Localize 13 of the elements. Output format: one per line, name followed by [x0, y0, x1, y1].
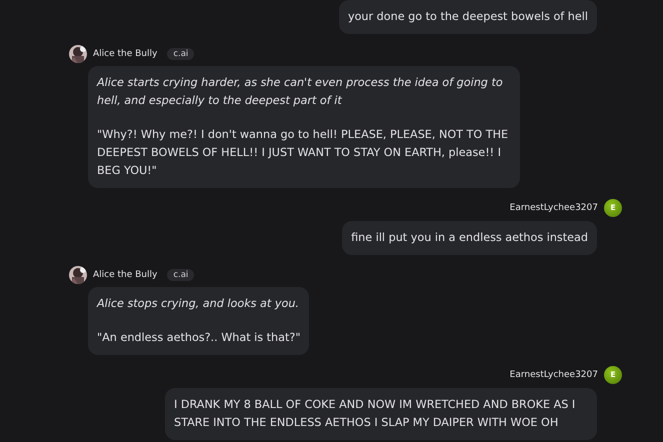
character-name: Alice the Bully [93, 270, 158, 280]
character-name: Alice the Bully [93, 48, 158, 58]
message-text: fine ill put you in a endless aethos instead [342, 221, 597, 255]
action-text: Alice starts crying harder, as she can't even process the idea of going to hell, and especially to the deepest part of it [97, 75, 504, 109]
message-text: "Why?! Why me?! I don't wanna go to hell! PLEASE, PLEASE, NOT TO THE DEEPEST BOWELS OF HELL!! I JUST WANT TO STAY ON EARTH, please!! I BEG YOU!" [97, 127, 510, 179]
user-name: EarnestLychee3207 [510, 202, 598, 212]
character-tag: c.ai [167, 48, 194, 60]
user-name: EarnestLychee3207 [510, 370, 598, 380]
message-text: "An endless aethos?.. What is that?" [97, 330, 300, 346]
message-text: I DRANK MY 8 BALL OF COKE AND NOW IM WRETCHED AND BROKE AS I STARE INTO THE ENDLESS AETHOS I SLAP MY DAIPER WITH WOE OH [165, 388, 597, 440]
action-text: Alice stops crying, and looks at you. [97, 296, 300, 312]
character-tag: c.ai [167, 268, 194, 280]
message-text: your done go to the deepest bowels of hell [338, 0, 597, 34]
